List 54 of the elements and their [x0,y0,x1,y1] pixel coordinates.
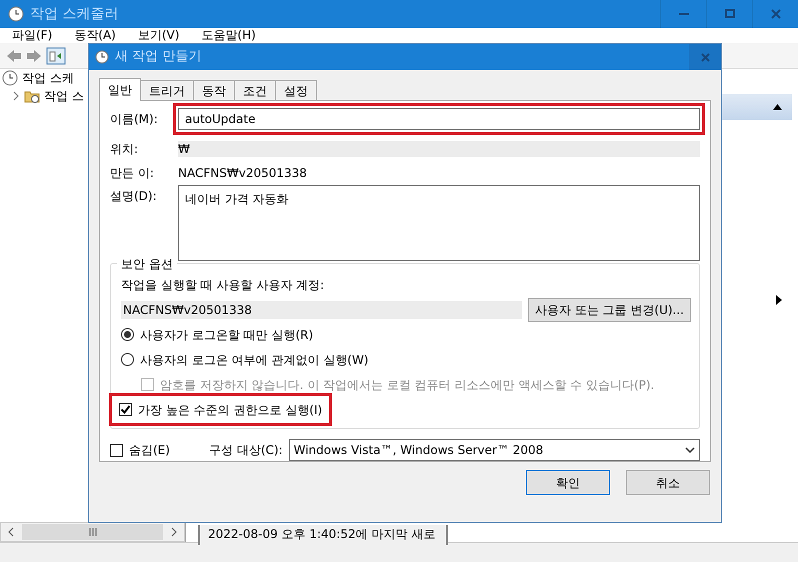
option-label: 가장 높은 수준의 권한으로 실행(I) [138,402,322,418]
menu-item[interactable]: 파일(F) [12,28,52,42]
option-label: 사용자가 로그온할 때만 실행(R) [140,326,314,344]
field-label: 만든 이: [110,165,155,182]
option-label: 숨김(E) [129,442,171,459]
horizontal-scrollbar[interactable] [0,522,185,542]
tab[interactable]: 동작 [193,80,235,100]
checkbox[interactable] [119,403,132,416]
tab[interactable]: 설정 [275,80,317,100]
status-text: 2022-08-09 오후 1:40:52에 마지막 새로 [198,525,448,545]
maximize-icon [724,9,734,19]
collapse-icon[interactable] [773,104,782,110]
clock-icon [8,6,24,22]
scroll-left-icon[interactable] [8,527,14,537]
tab[interactable]: 트리거 [140,80,194,100]
configure-dropdown[interactable]: Windows Vista™, Windows Server™ 2008 [288,439,700,461]
field-label: 이름(M): [110,111,159,128]
tree-item[interactable]: 작업 스케 [22,69,74,87]
radio-button[interactable] [121,328,134,341]
menu-item[interactable]: 도움말(H) [201,28,256,42]
change-user-button[interactable]: 사용자 또는 그룹 변경(U)... [528,298,691,322]
clock-icon [95,50,109,64]
close-icon [770,9,780,19]
option-label: 암호를 저장하지 않습니다. 이 작업에서는 로컬 컴퓨터 리소스에만 액세스할 수 있습니다(P). [160,376,654,394]
field-label: 설명(D): [110,188,158,205]
menu-item[interactable]: 보기(V) [138,28,180,42]
window-title: 작업 스케줄러 [30,4,118,24]
location-value: ₩ [178,141,700,157]
dropdown-icon [685,447,695,453]
scroll-right-icon[interactable] [171,527,177,537]
field-label: 구성 대상(C): [209,442,283,459]
tree-item[interactable]: 작업 스 [44,87,84,105]
cancel-button[interactable]: 취소 [626,470,710,495]
field-label: 위치: [110,141,140,158]
account-label: 작업을 실행할 때 사용할 사용자 계정: [121,277,326,294]
author-value: NACFNS₩v20501338 [178,165,308,182]
option-label: 사용자의 로그온 여부에 관계없이 실행(W) [140,352,368,368]
menu-item[interactable]: 동작(A) [74,28,116,42]
minimize-icon [678,13,688,15]
folder-icon [24,89,40,103]
ok-button[interactable]: 확인 [526,470,610,495]
radio-button[interactable] [121,353,134,366]
close-icon [700,52,710,62]
submenu-icon[interactable] [776,295,782,305]
panel-icon[interactable] [46,46,66,64]
back-icon[interactable] [6,48,22,62]
dialog-title: 새 작업 만들기 [115,48,202,66]
description-field[interactable]: 네이버 가격 자동화 [178,185,700,261]
tab[interactable]: 일반 [99,78,141,101]
checkbox[interactable] [110,444,123,456]
grip-icon [88,528,96,536]
forward-icon[interactable] [26,48,42,62]
expand-icon[interactable] [12,91,20,101]
account-value: NACFNS₩v20501338 [121,301,522,319]
